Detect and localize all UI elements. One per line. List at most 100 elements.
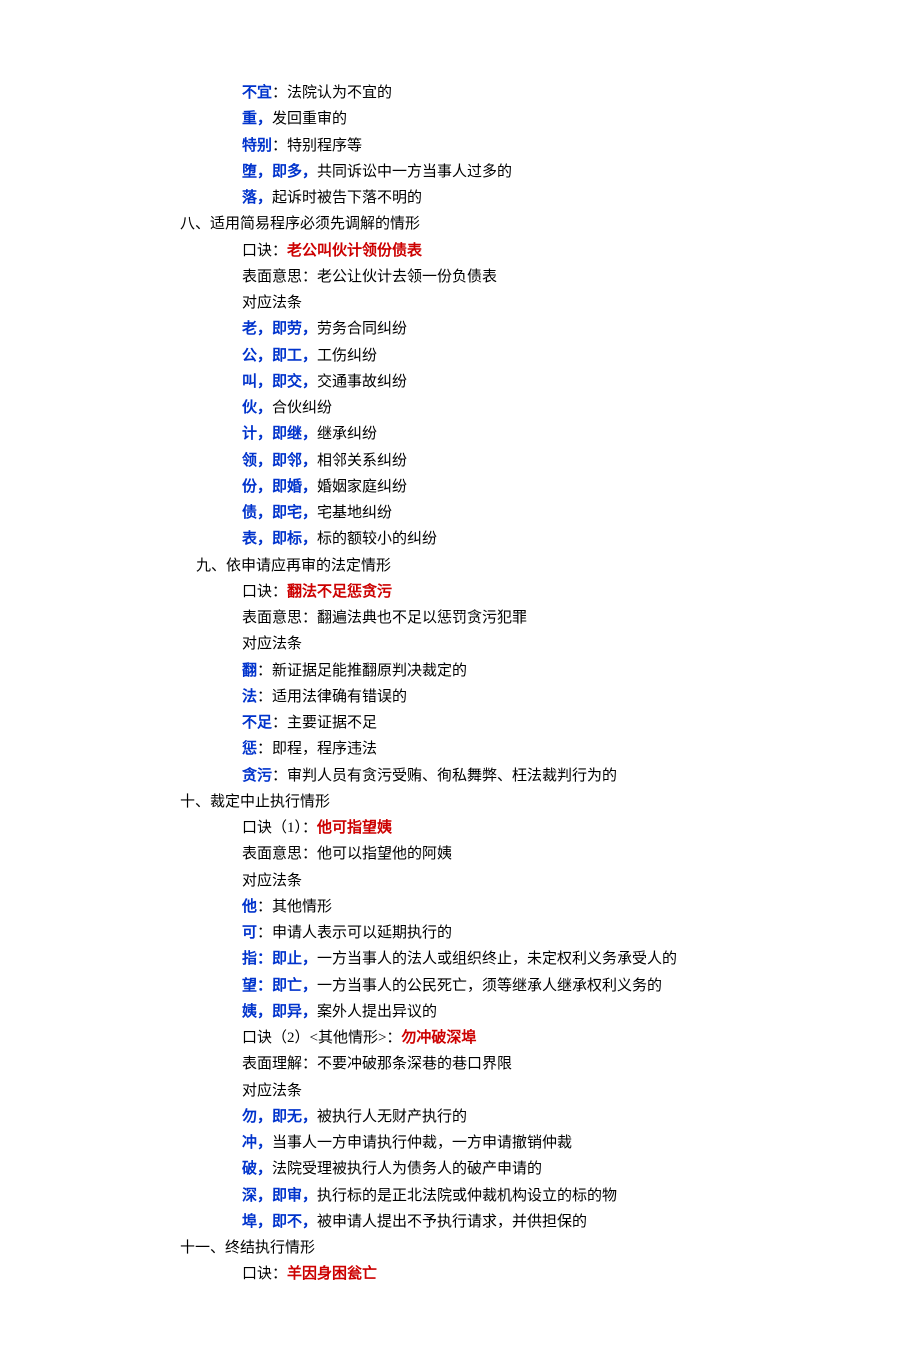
koujue-label: 口诀：: [242, 584, 287, 600]
key: 老，即劳，: [242, 321, 317, 337]
desc: 被执行人无财产执行的: [317, 1109, 467, 1125]
line: 表，即标，标的额较小的纠纷: [180, 526, 800, 552]
key: 份，即婚，: [242, 479, 317, 495]
key: 冲，: [242, 1135, 272, 1151]
key: 翻: [242, 663, 257, 679]
desc: ：新证据足能推翻原判决裁定的: [257, 663, 467, 679]
line: 勿，即无，被执行人无财产执行的: [180, 1104, 800, 1130]
koujue-text: 他可指望姨: [317, 820, 392, 836]
key: 破，: [242, 1161, 272, 1177]
koujue-line: 口诀（2）<其他情形>：勿冲破深埠: [180, 1025, 800, 1051]
line: 姨，即异，案外人提出异议的: [180, 999, 800, 1025]
ref: 对应法条: [180, 290, 800, 316]
key: 可: [242, 925, 257, 941]
line: 望：即亡，一方当事人的公民死亡，须等继承人继承权利义务的: [180, 973, 800, 999]
key: 堕，即多，: [242, 164, 317, 180]
koujue-label: 口诀：: [242, 1266, 287, 1282]
section-8-title: 八、适用简易程序必须先调解的情形: [180, 211, 800, 237]
key: 埠，即不，: [242, 1214, 317, 1230]
section-11-title: 十一、终结执行情形: [180, 1235, 800, 1261]
ref: 对应法条: [180, 868, 800, 894]
key: 债，即宅，: [242, 505, 317, 521]
key: 望：即亡，: [242, 978, 317, 994]
section-10-title: 十、裁定中止执行情形: [180, 789, 800, 815]
desc: ：其他情形: [257, 899, 332, 915]
line: 破，法院受理被执行人为债务人的破产申请的: [180, 1156, 800, 1182]
desc: ：特别程序等: [272, 138, 362, 154]
desc: 法院受理被执行人为债务人的破产申请的: [272, 1161, 542, 1177]
line: 老，即劳，劳务合同纠纷: [180, 316, 800, 342]
desc: 继承纠纷: [317, 426, 377, 442]
meaning: 表面意思：老公让伙计去领一份负债表: [180, 264, 800, 290]
koujue-line: 口诀：老公叫伙计领份债表: [180, 238, 800, 264]
line: 埠，即不，被申请人提出不予执行请求，并供担保的: [180, 1209, 800, 1235]
key: 不宜: [242, 85, 272, 101]
key: 深，即审，: [242, 1188, 317, 1204]
desc: ：申请人表示可以延期执行的: [257, 925, 452, 941]
key: 计，即继，: [242, 426, 317, 442]
key: 叫，即交，: [242, 374, 317, 390]
line: 伙，合伙纠纷: [180, 395, 800, 421]
desc: 工伤纠纷: [317, 348, 377, 364]
key: 重，: [242, 111, 272, 127]
line: 深，即审，执行标的是正北法院或仲裁机构设立的标的物: [180, 1183, 800, 1209]
key: 贪污: [242, 768, 272, 784]
line: 重，发回重审的: [180, 106, 800, 132]
desc: 一方当事人的法人或组织终止，未定权利义务承受人的: [317, 951, 677, 967]
key: 他: [242, 899, 257, 915]
key: 勿，即无，: [242, 1109, 317, 1125]
line: 份，即婚，婚姻家庭纠纷: [180, 474, 800, 500]
ref: 对应法条: [180, 631, 800, 657]
koujue-label: 口诀（2）<其他情形>：: [242, 1030, 401, 1046]
desc: 标的额较小的纠纷: [317, 531, 437, 547]
key: 领，即邻，: [242, 453, 317, 469]
key: 公，即工，: [242, 348, 317, 364]
line: 可：申请人表示可以延期执行的: [180, 920, 800, 946]
desc: 执行标的是正北法院或仲裁机构设立的标的物: [317, 1188, 617, 1204]
line: 堕，即多，共同诉讼中一方当事人过多的: [180, 159, 800, 185]
line: 翻：新证据足能推翻原判决裁定的: [180, 658, 800, 684]
desc: 合伙纠纷: [272, 400, 332, 416]
desc: 起诉时被告下落不明的: [272, 190, 422, 206]
line: 他：其他情形: [180, 894, 800, 920]
koujue-text: 羊因身困瓮亡: [287, 1266, 377, 1282]
line: 指：即止，一方当事人的法人或组织终止，未定权利义务承受人的: [180, 946, 800, 972]
key: 表，即标，: [242, 531, 317, 547]
desc: 被申请人提出不予执行请求，并供担保的: [317, 1214, 587, 1230]
line: 叫，即交，交通事故纠纷: [180, 369, 800, 395]
line: 贪污：审判人员有贪污受贿、徇私舞弊、枉法裁判行为的: [180, 763, 800, 789]
key: 落，: [242, 190, 272, 206]
desc: 劳务合同纠纷: [317, 321, 407, 337]
koujue-text: 翻法不足惩贪污: [287, 584, 392, 600]
section-9-title: 九、依申请应再审的法定情形: [180, 553, 800, 579]
meaning: 表面理解：不要冲破那条深巷的巷口界限: [180, 1051, 800, 1077]
koujue-label: 口诀（1）：: [242, 820, 317, 836]
desc: ：即程，程序违法: [257, 741, 377, 757]
koujue-text: 勿冲破深埠: [401, 1030, 476, 1046]
line: 计，即继，继承纠纷: [180, 421, 800, 447]
line: 特别：特别程序等: [180, 133, 800, 159]
desc: ：法院认为不宜的: [272, 85, 392, 101]
line: 冲，当事人一方申请执行仲裁，一方申请撤销仲裁: [180, 1130, 800, 1156]
desc: ：适用法律确有错误的: [257, 689, 407, 705]
key: 姨，即异，: [242, 1004, 317, 1020]
koujue-text: 老公叫伙计领份债表: [287, 243, 422, 259]
line: 不足：主要证据不足: [180, 710, 800, 736]
desc: 当事人一方申请执行仲裁，一方申请撤销仲裁: [272, 1135, 572, 1151]
key: 不足: [242, 715, 272, 731]
line: 债，即宅，宅基地纠纷: [180, 500, 800, 526]
line: 落，起诉时被告下落不明的: [180, 185, 800, 211]
meaning: 表面意思：他可以指望他的阿姨: [180, 841, 800, 867]
ref: 对应法条: [180, 1078, 800, 1104]
key: 惩: [242, 741, 257, 757]
koujue-line: 口诀：羊因身困瓮亡: [180, 1261, 800, 1287]
key: 指：即止，: [242, 951, 317, 967]
desc: 交通事故纠纷: [317, 374, 407, 390]
line: 法：适用法律确有错误的: [180, 684, 800, 710]
key: 法: [242, 689, 257, 705]
desc: 相邻关系纠纷: [317, 453, 407, 469]
meaning: 表面意思：翻遍法典也不足以惩罚贪污犯罪: [180, 605, 800, 631]
koujue-label: 口诀：: [242, 243, 287, 259]
koujue-line: 口诀：翻法不足惩贪污: [180, 579, 800, 605]
desc: 共同诉讼中一方当事人过多的: [317, 164, 512, 180]
